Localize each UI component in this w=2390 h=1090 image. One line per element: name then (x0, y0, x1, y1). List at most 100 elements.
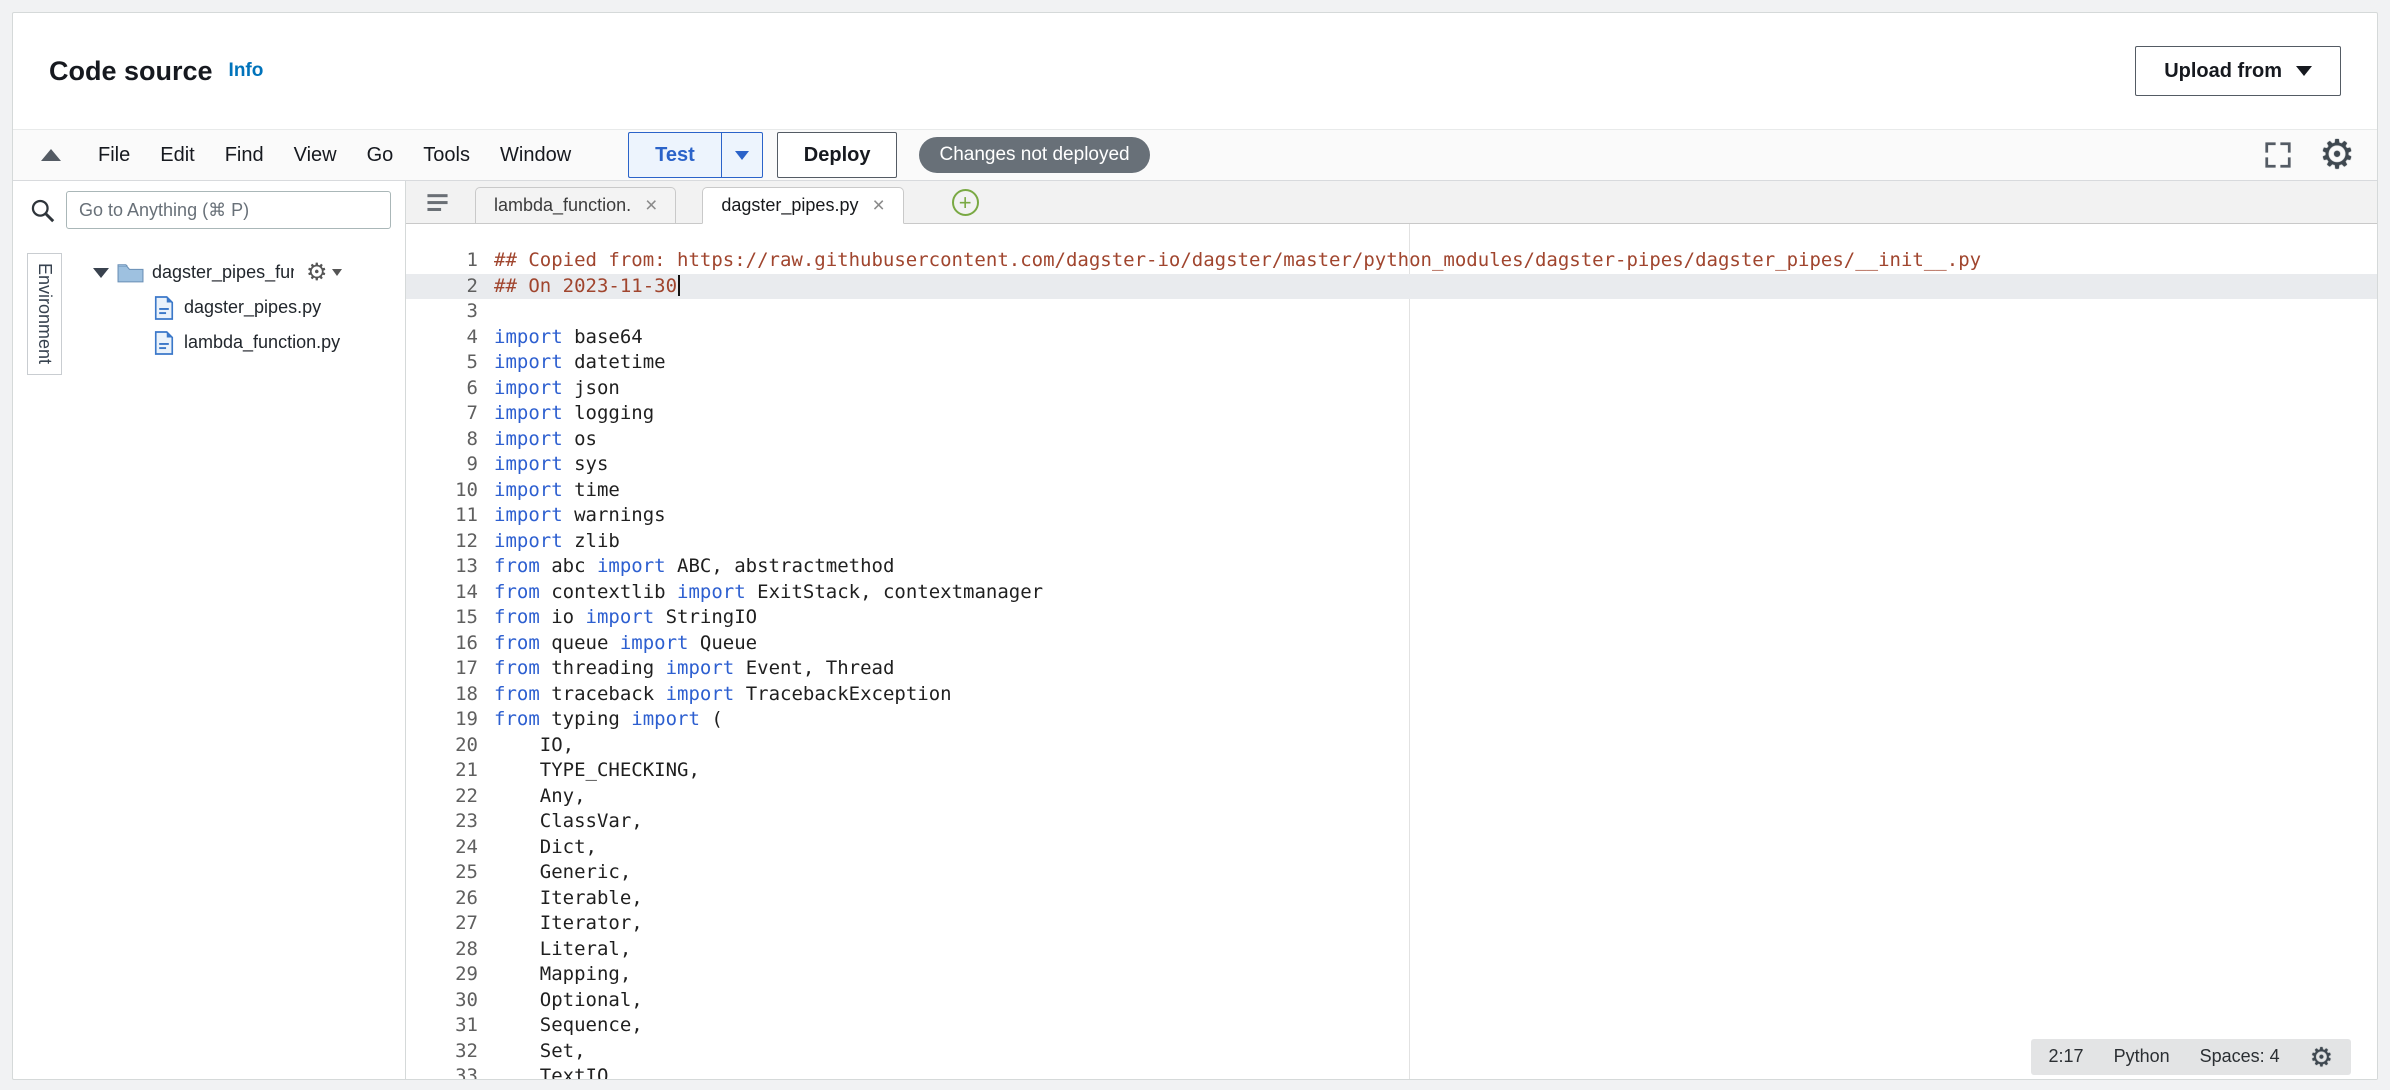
info-link[interactable]: Info (229, 60, 264, 82)
menu-items: FileEditFindViewGoToolsWindow (83, 144, 586, 167)
code-line[interactable]: 31 Sequence, (406, 1013, 2377, 1039)
line-number: 15 (406, 605, 478, 631)
code-line[interactable]: 9import sys (406, 452, 2377, 478)
code-line[interactable]: 19from typing import ( (406, 707, 2377, 733)
line-number: 8 (406, 427, 478, 453)
code-text: import os (494, 427, 597, 453)
deploy-button[interactable]: Deploy (777, 132, 898, 178)
line-number: 18 (406, 682, 478, 708)
editor-menubar: FileEditFindViewGoToolsWindow Test Deplo… (13, 129, 2377, 181)
line-number: 14 (406, 580, 478, 606)
line-number: 6 (406, 376, 478, 402)
new-tab-button[interactable]: + (952, 189, 979, 216)
caret-down-icon (2296, 66, 2312, 76)
code-line[interactable]: 18 from traceback import TracebackExcepti… (406, 682, 2377, 708)
fullscreen-icon[interactable] (2263, 140, 2293, 170)
tab-list-icon[interactable] (426, 191, 449, 214)
code-line[interactable]: 26 Iterable, (406, 886, 2377, 912)
editor-tab[interactable]: lambda_function.× (475, 187, 676, 223)
goto-anything-row (13, 181, 405, 239)
upload-from-button[interactable]: Upload from (2135, 46, 2341, 96)
menu-item-window[interactable]: Window (485, 144, 586, 167)
code-text: from threading import Event, Thread (494, 656, 894, 682)
code-line[interactable]: 28 Literal, (406, 937, 2377, 963)
file-name: lambda_function.py (184, 332, 340, 353)
code-text: Mapping, (494, 962, 631, 988)
disclosure-triangle-icon[interactable] (93, 268, 109, 278)
code-editor[interactable]: 1## Copied from: https://raw.githubuserc… (406, 224, 2377, 1079)
line-number: 3 (406, 299, 478, 325)
collapse-panel-icon[interactable] (41, 149, 61, 161)
code-text: Optional, (494, 988, 643, 1014)
line-number: 5 (406, 350, 478, 376)
indentation-setting[interactable]: Spaces: 4 (2200, 1044, 2280, 1070)
environment-tab[interactable]: Environment (27, 253, 62, 375)
tab-label: dagster_pipes.py (721, 195, 858, 216)
code-line[interactable]: 30 Optional, (406, 988, 2377, 1014)
close-tab-icon[interactable]: × (872, 197, 884, 215)
code-line[interactable]: 4import base64 (406, 325, 2377, 351)
tree-folder-row[interactable]: dagster_pipes_funct ⚙ (93, 255, 405, 290)
code-line[interactable]: 7import logging (406, 401, 2377, 427)
menubar-right-icons: ⚙ (2263, 135, 2355, 175)
menu-item-find[interactable]: Find (210, 144, 279, 167)
line-number: 24 (406, 835, 478, 861)
tree-file-item[interactable]: lambda_function.py (93, 325, 405, 360)
code-line[interactable]: 21 TYPE_CHECKING, (406, 758, 2377, 784)
code-text: ClassVar, (494, 809, 643, 835)
line-number: 22 (406, 784, 478, 810)
tree-file-item[interactable]: dagster_pipes.py (93, 290, 405, 325)
test-dropdown-button[interactable] (721, 132, 763, 178)
code-line[interactable]: 10import time (406, 478, 2377, 504)
menu-item-edit[interactable]: Edit (145, 144, 209, 167)
code-line[interactable]: 14 from contextlib import ExitStack, cont… (406, 580, 2377, 606)
editor-tabbar: lambda_function.× dagster_pipes.py × + (406, 181, 2377, 224)
code-line[interactable]: 27 Iterator, (406, 911, 2377, 937)
code-text: Literal, (494, 937, 631, 963)
language-mode[interactable]: Python (2114, 1044, 2170, 1070)
menu-item-go[interactable]: Go (352, 144, 409, 167)
test-button[interactable]: Test (628, 132, 721, 178)
line-number: 30 (406, 988, 478, 1014)
editor-settings-gear-icon[interactable]: ⚙ (2310, 1044, 2333, 1070)
code-line[interactable]: 23 ClassVar, (406, 809, 2377, 835)
menu-item-view[interactable]: View (279, 144, 352, 167)
code-line[interactable]: 22 Any, (406, 784, 2377, 810)
line-number: 27 (406, 911, 478, 937)
code-line[interactable]: 24 Dict, (406, 835, 2377, 861)
code-line[interactable]: 20 IO, (406, 733, 2377, 759)
line-number: 31 (406, 1013, 478, 1039)
code-line[interactable]: 5import datetime (406, 350, 2377, 376)
line-number: 20 (406, 733, 478, 759)
code-line[interactable]: 25 Generic, (406, 860, 2377, 886)
code-line[interactable]: 2## On 2023-11-30 (406, 274, 2377, 300)
code-line[interactable]: 13from abc import ABC, abstractmethod (406, 554, 2377, 580)
line-number: 10 (406, 478, 478, 504)
code-line[interactable]: 17 from threading import Event, Thread (406, 656, 2377, 682)
code-text: Generic, (494, 860, 631, 886)
code-line[interactable]: 6import json (406, 376, 2377, 402)
test-split-button: Test (628, 132, 763, 178)
code-line[interactable]: 3 (406, 299, 2377, 325)
goto-anything-input[interactable] (66, 191, 391, 229)
code-line[interactable]: 12import zlib (406, 529, 2377, 555)
code-line[interactable]: 11import warnings (406, 503, 2377, 529)
code-text: from queue import Queue (494, 631, 757, 657)
code-line[interactable]: 15from io import StringIO (406, 605, 2377, 631)
code-line[interactable]: 8 import os (406, 427, 2377, 453)
code-line[interactable]: 1## Copied from: https://raw.githubuserc… (406, 248, 2377, 274)
editor-tab[interactable]: dagster_pipes.py × (702, 187, 903, 224)
folder-settings-gear-icon[interactable]: ⚙ (306, 261, 342, 285)
code-text: Iterator, (494, 911, 643, 937)
settings-gear-icon[interactable]: ⚙ (2319, 135, 2355, 175)
code-text: from contextlib import ExitStack, contex… (494, 580, 1043, 606)
code-line[interactable]: 29 Mapping, (406, 962, 2377, 988)
code-line[interactable]: 16from queue import Queue (406, 631, 2377, 657)
cursor-position[interactable]: 2:17 (2049, 1044, 2084, 1070)
code-text: from traceback import TracebackException (494, 682, 952, 708)
menu-item-tools[interactable]: Tools (408, 144, 485, 167)
menu-item-file[interactable]: File (83, 144, 145, 167)
line-number: 17 (406, 656, 478, 682)
code-text: ## Copied from: https://raw.githubuserco… (494, 248, 1981, 274)
close-tab-icon[interactable]: × (645, 197, 657, 215)
